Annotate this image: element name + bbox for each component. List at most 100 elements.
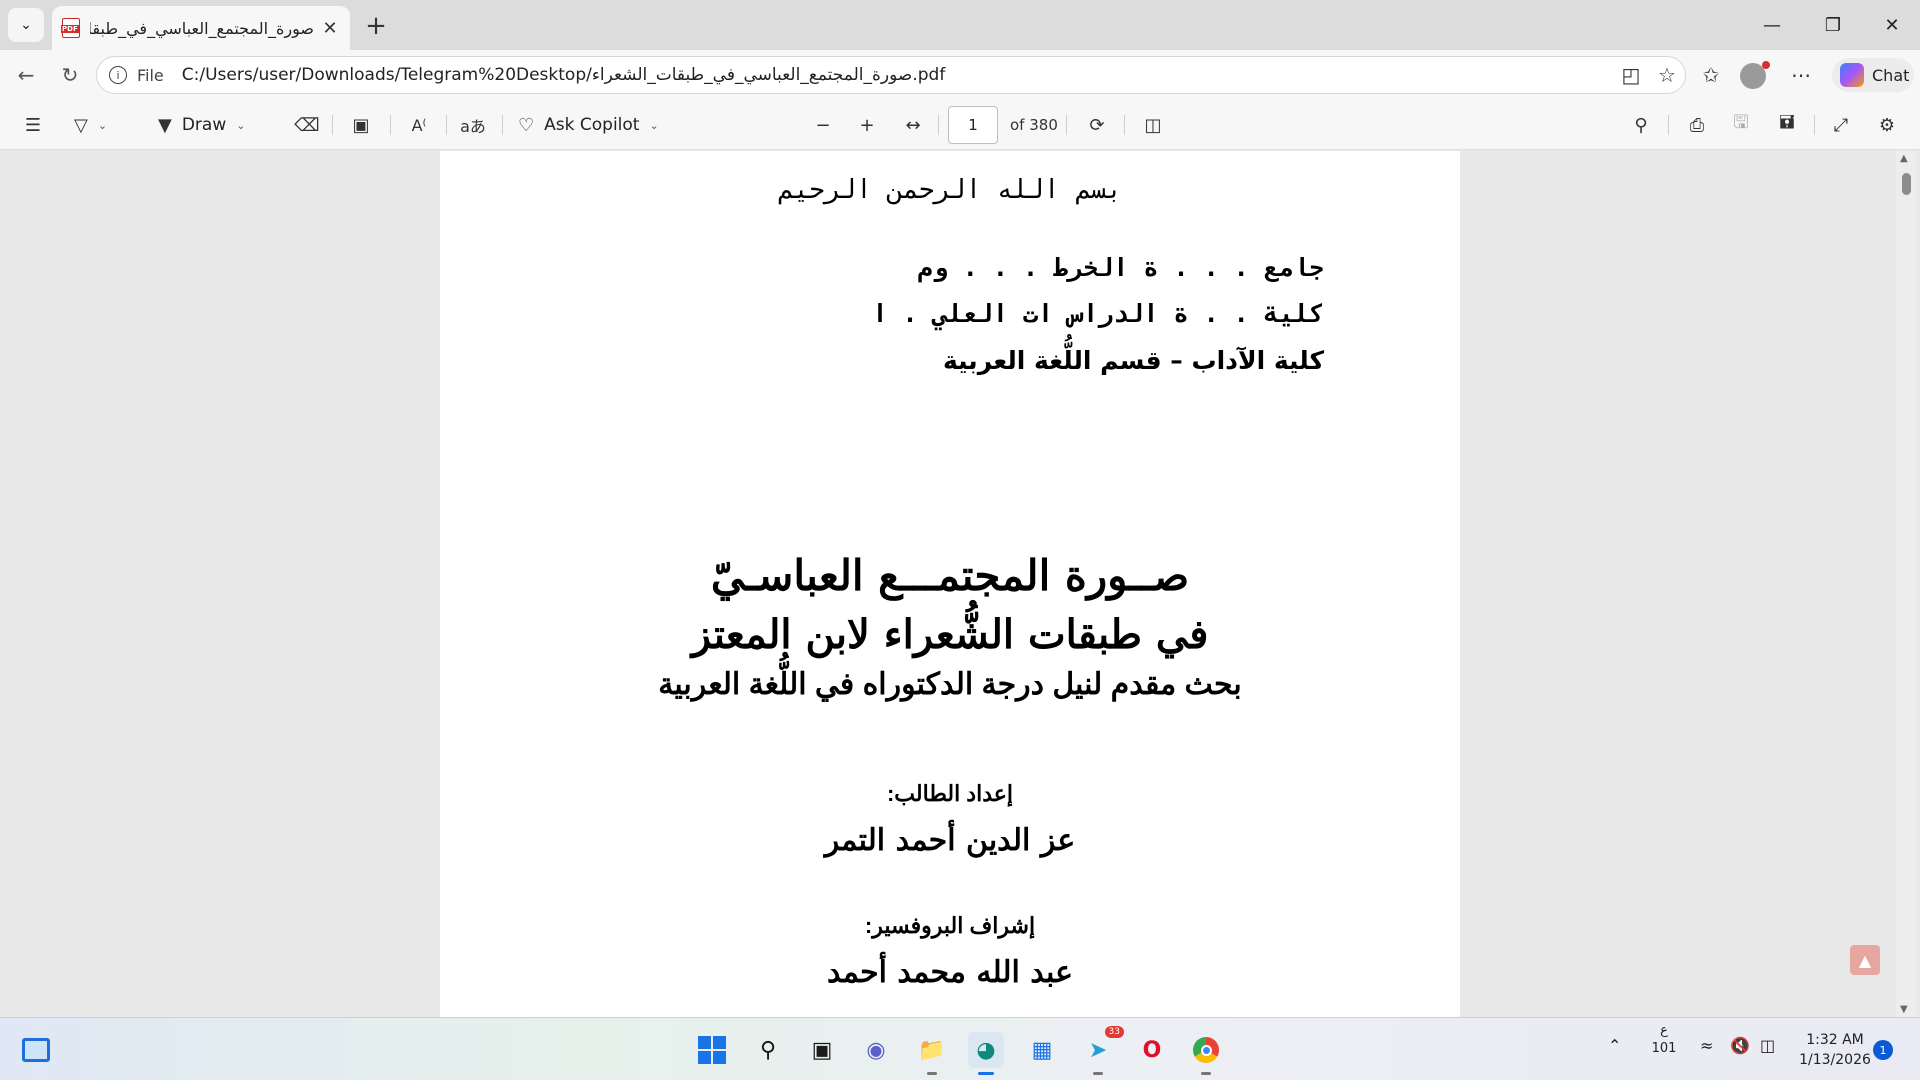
file-explorer-icon[interactable]: 📁 xyxy=(914,1032,950,1075)
thesis-title-line1: صــورة المجتمـــع العباسـيّ xyxy=(710,551,1190,600)
read-aloud-icon[interactable]: A⁽ xyxy=(404,109,434,141)
language-label: ع xyxy=(1660,1023,1668,1038)
mute-icon[interactable]: 🔇 xyxy=(1730,1036,1750,1055)
more-icon[interactable]: ⋯ xyxy=(1784,58,1818,92)
draw-icon: ▼ xyxy=(158,114,172,136)
scroll-down-icon[interactable]: ▼ xyxy=(1900,1004,1908,1015)
plus-icon: + xyxy=(365,11,387,41)
highlight-icon: ▽ xyxy=(74,114,88,136)
battery-icon[interactable]: ◫ xyxy=(1760,1036,1775,1055)
fit-width-icon[interactable]: ↔ xyxy=(898,109,928,141)
info-icon[interactable]: i xyxy=(109,66,127,84)
teams-icon[interactable]: ◉ xyxy=(858,1032,894,1068)
thesis-subtitle: بحث مقدم لنيل درجة الدكتوراه في اللُّغة … xyxy=(658,668,1242,701)
graduate-college: كلية . . ة الدراس ات العلي . ا xyxy=(872,299,1324,328)
basmala: بسم الله الرحمن الرحيم xyxy=(777,175,1123,205)
notification-dot xyxy=(1762,61,1770,69)
search-icon[interactable]: ⚲ xyxy=(750,1032,786,1068)
supervisor-label: إشراف البروفسير: xyxy=(864,913,1036,938)
refresh-button[interactable]: ↻ xyxy=(54,59,86,91)
scroll-up-icon[interactable]: ▲ xyxy=(1900,153,1908,164)
url-text[interactable]: C:/Users/user/Downloads/Telegram%20Deskt… xyxy=(182,65,946,85)
telegram-icon[interactable]: ➤ 33 xyxy=(1080,1026,1124,1075)
save-icon[interactable]: 🖫 xyxy=(1726,109,1756,141)
notification-badge[interactable]: 1 xyxy=(1873,1040,1893,1060)
save-as-icon[interactable]: 🖬 xyxy=(1772,109,1802,141)
fullscreen-icon[interactable]: ⤢ xyxy=(1826,109,1856,141)
close-icon[interactable]: ✕ xyxy=(320,18,340,39)
faculty-department: كلية الآداب – قسم اللُّغة العربية xyxy=(942,346,1324,375)
minimize-button[interactable]: — xyxy=(1752,8,1792,42)
back-icon: ← xyxy=(17,63,35,87)
chevron-down-icon: ⌄ xyxy=(236,118,246,132)
tab-strip: ⌄ PDF صورة_المجتمع_العباسي_في_طبقات_ ✕ +… xyxy=(0,0,1920,50)
chevron-down-icon: ⌄ xyxy=(97,118,108,132)
widgets-icon[interactable] xyxy=(18,1032,54,1068)
student-name: عز الدين أحمد التمر xyxy=(824,823,1076,858)
settings-icon[interactable]: ⚙ xyxy=(1872,109,1902,141)
pdf-icon: PDF xyxy=(61,18,80,38)
divider xyxy=(1668,115,1669,135)
scrollbar-thumb[interactable] xyxy=(1902,173,1911,195)
divider xyxy=(390,115,391,135)
text-box-icon[interactable]: ▣ xyxy=(346,109,376,141)
maximize-icon: ❐ xyxy=(1824,14,1842,36)
highlight-button[interactable]: ▽ ⌄ xyxy=(74,109,107,141)
print-icon[interactable]: ⎙ xyxy=(1682,109,1712,141)
minimize-icon: — xyxy=(1763,14,1781,36)
ask-copilot-button[interactable]: ♡ Ask Copilot ⌄ xyxy=(518,109,659,141)
input-language-indicator[interactable]: ع 101 xyxy=(1650,1022,1678,1058)
university-name: جامع . . . ة الخرط . . . وم xyxy=(917,253,1324,282)
divider xyxy=(446,115,447,135)
divider xyxy=(938,115,939,135)
contents-icon[interactable]: ☰ xyxy=(18,109,48,141)
opera-icon[interactable]: O xyxy=(1134,1032,1170,1068)
refresh-icon: ↻ xyxy=(61,63,79,87)
chat-button[interactable]: Chat xyxy=(1832,58,1914,92)
pdf-page[interactable]: بسم الله الرحمن الرحيم جامع . . . ة الخر… xyxy=(440,151,1460,1017)
rotate-icon[interactable]: ⟳ xyxy=(1082,109,1112,141)
tab-actions-menu-button[interactable]: ⌄ xyxy=(8,8,44,42)
new-tab-button[interactable]: + xyxy=(362,11,390,41)
telegram-badge: 33 xyxy=(1104,1026,1124,1038)
star-icon[interactable]: ☆ xyxy=(1650,58,1684,92)
zoom-out-icon[interactable]: − xyxy=(808,109,838,141)
eraser-icon[interactable]: ⌫ xyxy=(292,109,322,141)
search-icon[interactable]: ⚲ xyxy=(1626,109,1656,141)
task-view-icon[interactable]: ▣ xyxy=(804,1032,840,1068)
chevron-up-icon[interactable]: ⌃ xyxy=(1608,1036,1621,1055)
chrome-icon[interactable] xyxy=(1188,1032,1224,1075)
zoom-in-icon[interactable]: + xyxy=(852,109,882,141)
draw-button[interactable]: ▼ Draw ⌄ xyxy=(158,109,245,141)
address-bar[interactable]: i File C:/Users/user/Downloads/Telegram%… xyxy=(96,56,1686,94)
tab-title: صورة_المجتمع_العباسي_في_طبقات_ xyxy=(90,18,314,38)
divider xyxy=(502,115,503,135)
page-number-input[interactable]: 1 xyxy=(948,106,998,144)
chat-label: Chat xyxy=(1872,65,1910,85)
read-aloud-icon[interactable]: ◰ xyxy=(1614,58,1648,92)
close-window-button[interactable]: ✕ xyxy=(1872,8,1912,42)
divider xyxy=(1814,115,1815,135)
divider xyxy=(1066,115,1067,135)
url-scheme-label: File xyxy=(137,65,164,85)
acrobat-icon[interactable]: ▲ xyxy=(1850,945,1880,975)
system-clock[interactable]: 1:32 AM 1/13/2026 xyxy=(1790,1030,1880,1070)
supervisor-name: عبد الله محمد أحمد xyxy=(826,955,1074,990)
two-page-icon[interactable]: ◫ xyxy=(1138,109,1168,141)
store-icon[interactable]: ▦ xyxy=(1024,1032,1060,1068)
edge-icon[interactable]: ◕ xyxy=(968,1032,1004,1075)
windows-start-icon[interactable] xyxy=(694,1032,730,1068)
maximize-button[interactable]: ❐ xyxy=(1813,8,1853,42)
back-button[interactable]: ← xyxy=(10,59,42,91)
taskbar: ⚲ ▣ ◉ 📁 ◕ ▦ ➤ 33 O ⌃ ≈ 🔇 ◫ xyxy=(0,1017,1920,1080)
translate-icon[interactable]: aあ xyxy=(458,109,488,141)
pdf-viewer[interactable]: بسم الله الرحمن الرحيم جامع . . . ة الخر… xyxy=(0,151,1920,1017)
copilot-icon xyxy=(1840,63,1864,87)
active-tab[interactable]: PDF صورة_المجتمع_العباسي_في_طبقات_ ✕ xyxy=(52,6,350,50)
wifi-icon[interactable]: ≈ xyxy=(1700,1036,1713,1055)
clock-date: 1/13/2026 xyxy=(1799,1052,1871,1068)
vertical-scrollbar[interactable]: ▲ ▼ xyxy=(1896,151,1916,1017)
favorites-icon[interactable]: ✩ xyxy=(1694,58,1728,92)
divider xyxy=(332,115,333,135)
copilot-icon: ♡ xyxy=(518,114,535,136)
